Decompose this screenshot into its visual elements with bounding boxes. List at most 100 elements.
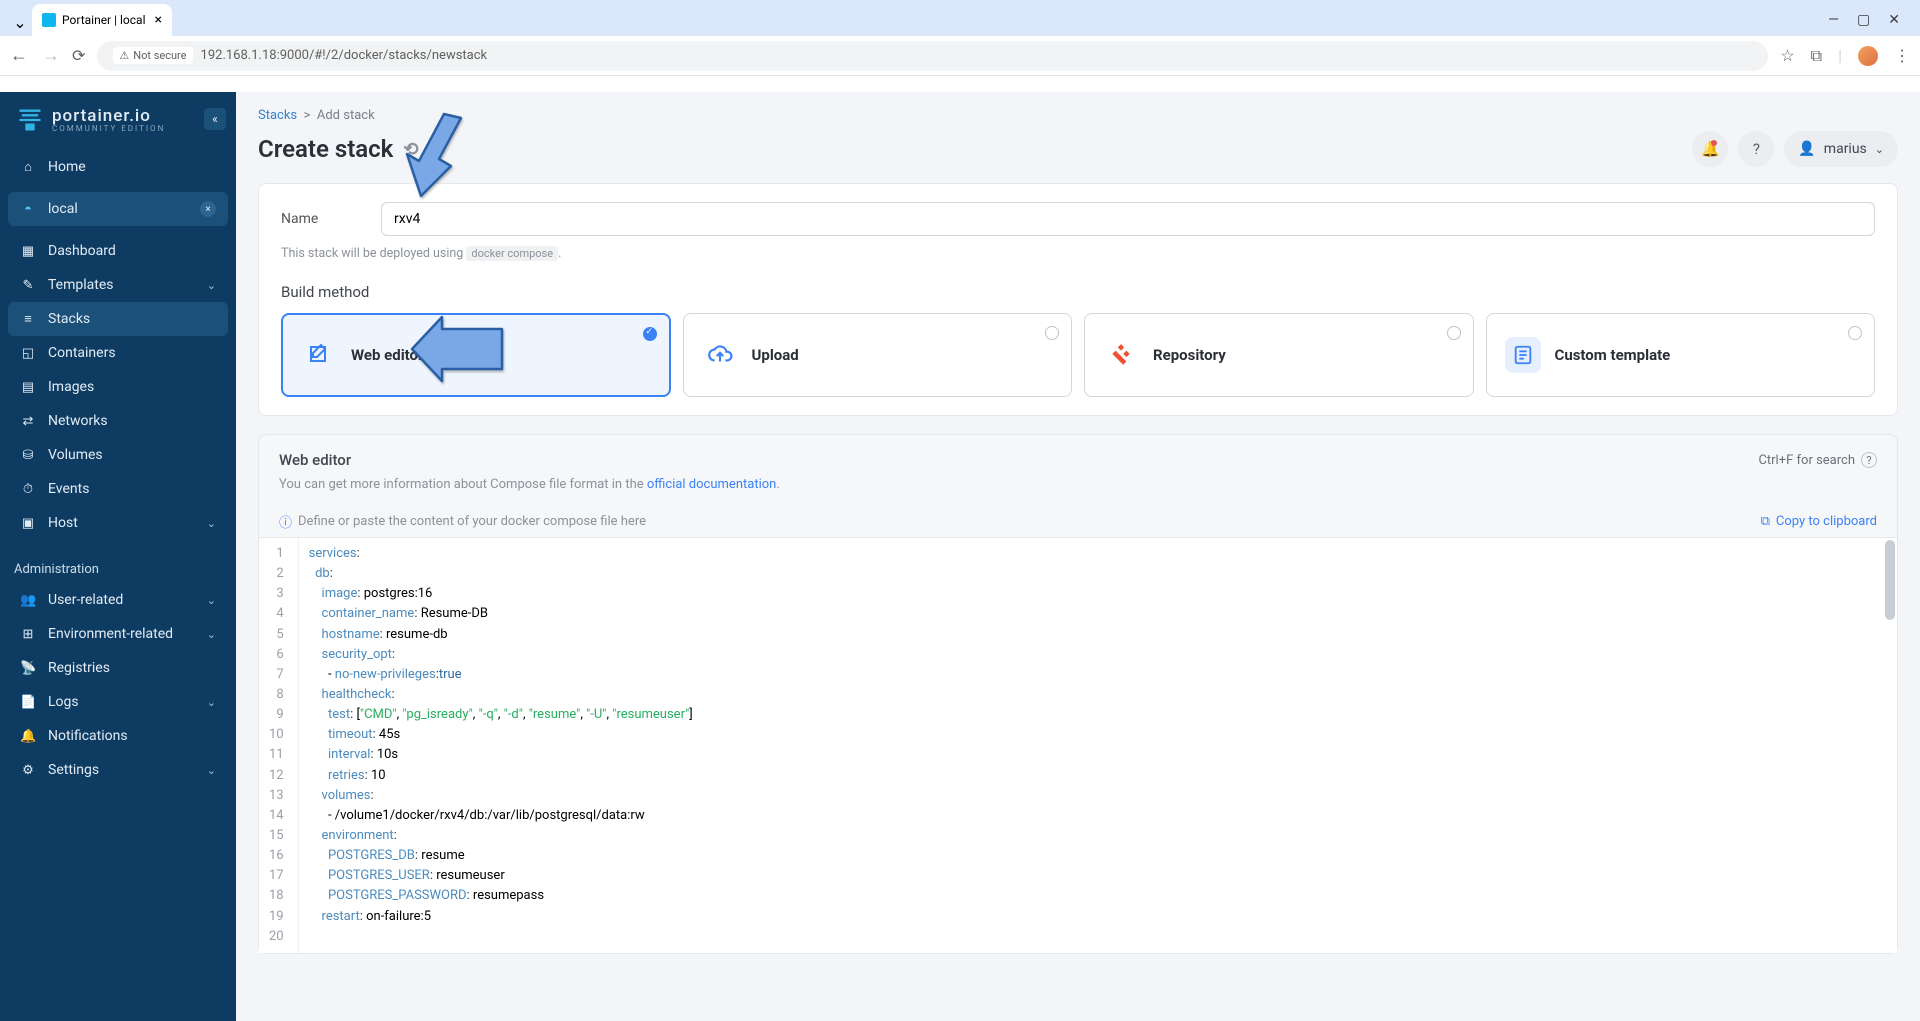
home-icon: ⌂ [20,159,36,175]
sidebar-item-logs[interactable]: 📄Logs⌄ [8,685,228,719]
sidebar-item-networks[interactable]: ⇄Networks [8,404,228,438]
notifications-icon: 🔔 [20,729,36,744]
editor-scrollbar[interactable] [1885,540,1895,620]
method-label: Repository [1153,346,1226,364]
profile-avatar[interactable] [1858,46,1878,66]
sidebar-item-images[interactable]: ▤Images [8,370,228,404]
dashboard-icon: ▦ [20,244,36,259]
web-editor-icon [301,337,337,373]
sidebar-item-settings[interactable]: ⚙Settings⌄ [8,753,228,787]
info-icon: ⓘ [279,512,292,531]
registries-icon: 📡 [20,661,36,676]
reload-icon[interactable]: ⟳ [72,46,85,65]
sidebar-item-label: Notifications [48,728,128,744]
close-env-icon[interactable]: × [200,201,216,217]
sidebar-item-templates[interactable]: ✎Templates⌄ [8,268,228,302]
containers-icon: ◱ [20,346,36,361]
maximize-icon[interactable]: ▢ [1857,12,1870,28]
tab-title: Portainer | local [62,13,146,27]
browser-tab-strip: ⌄ Portainer | local × — ▢ ✕ [0,0,1920,36]
build-method-title: Build method [281,283,1875,301]
sidebar-item-label: Environment-related [48,626,173,642]
deploy-hint: This stack will be deployed using docker… [281,246,1875,261]
not-secure-badge[interactable]: ⚠ Not secure [113,47,192,64]
method-web-editor[interactable]: Web editor [281,313,671,397]
url-bar[interactable]: ⚠ Not secure 192.168.1.18:9000/#!/2/dock… [97,41,1768,71]
sidebar-item-label: Settings [48,762,99,778]
sidebar-environment[interactable]: ◓ local × [8,192,228,226]
sidebar-item-label: Events [48,481,89,497]
code-body[interactable]: services: db: image: postgres:16 contain… [299,538,1897,953]
close-window-icon[interactable]: ✕ [1888,12,1900,28]
sidebar-item-label: Host [48,515,78,531]
back-icon[interactable]: ← [10,45,28,66]
settings-icon: ⚙ [20,763,36,778]
help-button[interactable]: ? [1738,131,1774,167]
upload-icon [702,337,738,373]
sidebar-item-notifications[interactable]: 🔔 Notifications [8,719,228,753]
env-icon: ⊞ [20,627,36,642]
collapse-sidebar-button[interactable]: « [204,108,226,130]
method-custom-template[interactable]: Custom template [1486,313,1876,397]
favicon-icon [42,13,56,27]
sidebar-item-label: Logs [48,694,79,710]
sidebar-item-home[interactable]: ⌂ Home [8,150,228,184]
bookmark-icon[interactable]: ☆ [1780,46,1794,65]
minimize-icon[interactable]: — [1828,12,1839,28]
sidebar-item-label: local [48,201,78,217]
user-icon: 👤 [1798,141,1815,157]
code-editor[interactable]: 1234567891011121314151617181920 services… [259,537,1897,953]
sidebar-item-label: Dashboard [48,243,116,259]
sidebar-item-label: Registries [48,660,110,676]
radio-icon [1447,326,1461,340]
sidebar-item-label: Containers [48,345,116,361]
volumes-icon: ⛁ [20,448,36,463]
close-tab-icon[interactable]: × [155,12,162,28]
method-upload[interactable]: Upload [683,313,1073,397]
refresh-icon[interactable]: ⟲ [403,139,418,160]
tab-list-dropdown[interactable]: ⌄ [8,8,32,36]
window-controls: — ▢ ✕ [1816,4,1912,36]
breadcrumb-current: Add stack [317,108,375,123]
copy-to-clipboard-button[interactable]: ⧉ Copy to clipboard [1761,514,1877,529]
line-gutter: 1234567891011121314151617181920 [259,538,299,953]
sidebar-item-label: Images [48,379,94,395]
chevron-down-icon: ⌄ [207,594,216,607]
browser-address-bar: ← → ⟳ ⚠ Not secure 192.168.1.18:9000/#!/… [0,36,1920,76]
extensions-icon[interactable]: ⧉ [1811,46,1822,66]
brand-name: portainer.io [52,108,165,125]
sidebar-item-containers[interactable]: ◱ Containers [8,336,228,370]
sidebar-item-registries[interactable]: 📡 Registries [8,651,228,685]
user-menu[interactable]: 👤 marius ⌄ [1784,131,1898,167]
sidebar: portainer.io COMMUNITY EDITION « ⌂ Home … [0,92,236,1021]
radio-icon [1848,326,1862,340]
url-text: 192.168.1.18:9000/#!/2/docker/stacks/new… [201,48,488,63]
sidebar-item-dashboard[interactable]: ▦ Dashboard [8,234,228,268]
forward-icon[interactable]: → [42,45,60,66]
docs-link[interactable]: official documentation [647,477,776,492]
browser-tab[interactable]: Portainer | local × [32,4,172,36]
stack-form-card: Name This stack will be deployed using d… [258,183,1898,416]
sidebar-item-label: User-related [48,592,123,608]
logo[interactable]: portainer.io COMMUNITY EDITION [0,92,236,142]
chevron-down-icon: ⌄ [1875,143,1884,156]
method-repository[interactable]: Repository [1084,313,1474,397]
stacks-icon: ≡ [20,311,36,327]
sidebar-item-label: Home [48,159,86,175]
stack-name-input[interactable] [381,202,1875,236]
copy-icon: ⧉ [1761,514,1770,529]
sidebar-section-admin: Administration [0,548,236,583]
sidebar-item-host[interactable]: ▣Host⌄ [8,506,228,540]
notifications-button[interactable]: 🔔 [1692,131,1728,167]
sidebar-item-environment-related[interactable]: ⊞Environment-related⌄ [8,617,228,651]
whale-icon: ◓ [20,201,36,217]
sidebar-item-user-related[interactable]: 👥User-related⌄ [8,583,228,617]
sidebar-item-events[interactable]: ⏱Events [8,472,228,506]
sidebar-item-stacks[interactable]: ≡Stacks [8,302,228,336]
browser-menu-icon[interactable]: ⋮ [1894,46,1910,65]
breadcrumb-root[interactable]: Stacks [258,108,297,123]
chevron-down-icon: ⌄ [207,696,216,709]
help-icon[interactable]: ? [1861,452,1877,468]
help-icon: ? [1753,140,1760,158]
sidebar-item-volumes[interactable]: ⛁Volumes [8,438,228,472]
